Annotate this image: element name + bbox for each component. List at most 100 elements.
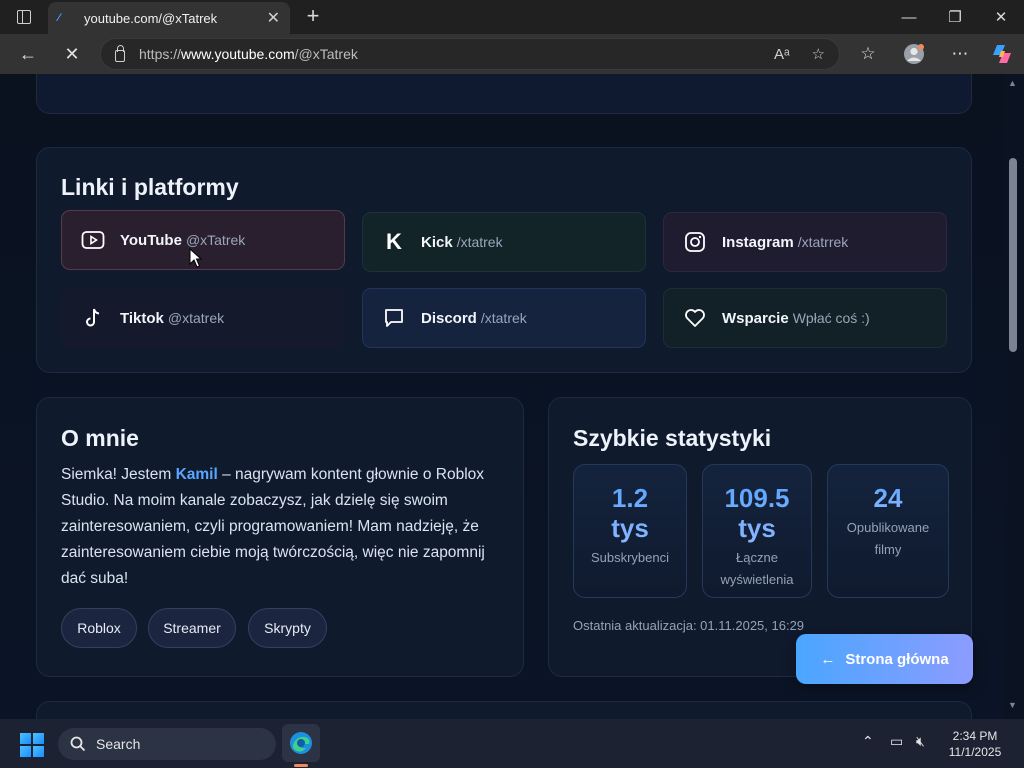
system-clock[interactable]: 2:34 PM 11/1/2025 xyxy=(940,728,1010,760)
stat-label-line1: Subskrybenci xyxy=(590,550,670,565)
stat-value-number: 1.2 xyxy=(611,483,649,513)
tab-bar: ⁄ youtube.com/@xTatrek ✕ + — ❐ ✕ xyxy=(0,0,1024,34)
link-name: YouTube xyxy=(120,231,182,249)
tab-actions-button[interactable] xyxy=(0,0,48,34)
url-scheme: https:// xyxy=(139,46,182,62)
stat-value: 1.2 tys xyxy=(574,483,686,543)
active-app-indicator xyxy=(294,764,308,767)
lock-icon[interactable] xyxy=(115,45,125,62)
stat-label: Subskrybenci xyxy=(574,547,686,569)
link-kick[interactable]: K Kick /xtatrek xyxy=(362,212,646,272)
scrollbar-thumb[interactable] xyxy=(1009,158,1017,352)
new-tab-button[interactable]: + xyxy=(300,4,326,30)
search-label: Search xyxy=(96,736,141,752)
stat-label-line1: Opublikowane xyxy=(846,520,930,535)
about-text: Siemka! Jestem Kamil – nagrywam kontent … xyxy=(61,462,501,592)
stat-value-unit: tys xyxy=(611,513,649,543)
next-section-card xyxy=(36,701,972,719)
stop-loading-button[interactable]: ✕ xyxy=(54,36,90,72)
tab-actions-icon xyxy=(17,10,31,24)
link-handle: Wpłać coś :) xyxy=(792,310,870,326)
edge-taskbar-icon[interactable] xyxy=(282,724,320,762)
active-tab[interactable]: ⁄ youtube.com/@xTatrek ✕ xyxy=(48,2,290,34)
profile-avatar[interactable] xyxy=(896,34,932,74)
favorite-star-icon[interactable]: ☆ xyxy=(812,45,825,63)
link-name: Wsparcie xyxy=(722,309,789,327)
stat-value-number: 109.5 xyxy=(724,483,790,513)
tab-title: youtube.com/@xTatrek xyxy=(84,10,218,26)
stat-value: 109.5 tys xyxy=(703,483,811,543)
link-name: Tiktok xyxy=(120,309,164,327)
kick-icon: K xyxy=(386,229,402,254)
back-button[interactable]: ← xyxy=(10,36,46,72)
link-name: Kick xyxy=(421,233,453,251)
chevron-up-icon[interactable]: ⌃ xyxy=(862,733,874,750)
link-discord[interactable]: Discord /xtatrek xyxy=(362,288,646,348)
loading-favicon-icon: ⁄ xyxy=(58,12,60,24)
about-title: O mnie xyxy=(61,425,139,451)
address-bar[interactable]: https://www.youtube.com/@xTatrek A͏ᵃ ☆ xyxy=(100,38,840,70)
stats-updated: Ostatnia aktualizacja: 01.11.2025, 16:29 xyxy=(573,618,805,633)
tiktok-icon xyxy=(80,305,106,331)
page-scrollbar[interactable]: ▲ ▼ xyxy=(1004,74,1024,719)
link-support[interactable]: Wsparcie Wpłać coś :) xyxy=(663,288,947,348)
mouse-cursor-icon xyxy=(189,247,203,268)
links-title: Linki i platformy xyxy=(61,174,239,200)
tag-roblox[interactable]: Roblox xyxy=(61,608,137,648)
stat-label-line1: Łączne xyxy=(736,550,778,565)
stat-subscribers: 1.2 tys Subskrybenci xyxy=(573,464,687,598)
clock-date: 11/1/2025 xyxy=(948,745,1002,759)
tag-streamer[interactable]: Streamer xyxy=(148,608,236,648)
taskbar-search[interactable]: Search xyxy=(58,728,276,760)
window-close-button[interactable]: ✕ xyxy=(978,0,1024,34)
url-path: /@xTatrek xyxy=(294,46,358,62)
url-text[interactable]: https://www.youtube.com/@xTatrek xyxy=(139,46,752,62)
arrow-left-icon: ← xyxy=(820,650,836,668)
restore-button[interactable]: ❐ xyxy=(932,0,978,34)
stat-views: 109.5 tys Łączne wyświetlenia xyxy=(702,464,812,598)
stat-value-unit: tys xyxy=(738,513,776,543)
stat-videos: 24 Opublikowane filmy xyxy=(827,464,949,598)
about-name-highlight: Kamil xyxy=(175,466,218,483)
youtube-icon xyxy=(80,227,106,253)
link-handle: @xTatrek xyxy=(185,232,246,248)
links-card: Linki i platformy YouTube @xTatrek K Kic… xyxy=(36,147,972,373)
stat-label: Opublikowane filmy xyxy=(828,517,948,561)
navigation-bar: ← ✕ https://www.youtube.com/@xTatrek A͏ᵃ… xyxy=(0,34,1024,74)
link-instagram[interactable]: Instagram /xtatrrek xyxy=(663,212,947,272)
link-handle: /xtatrek xyxy=(456,234,503,250)
heart-icon xyxy=(682,305,708,331)
favorites-icon[interactable]: ☆ xyxy=(850,34,886,74)
tag-scripts[interactable]: Skrypty xyxy=(248,608,327,648)
about-card: O mnie Siemka! Jestem Kamil – nagrywam k… xyxy=(36,397,524,677)
scroll-up-icon[interactable]: ▲ xyxy=(1008,78,1017,88)
copilot-icon[interactable] xyxy=(984,34,1020,74)
stat-value-number: 24 xyxy=(873,483,903,513)
discord-icon xyxy=(381,305,407,331)
read-aloud-icon[interactable]: A͏ᵃ xyxy=(774,46,790,63)
stat-label-line2: filmy xyxy=(874,542,902,557)
volume-muted-icon[interactable]: 🔇︎ xyxy=(916,733,925,750)
network-icon[interactable]: ▭ xyxy=(890,733,903,750)
link-name: Instagram xyxy=(722,233,794,251)
about-text-intro: Siemka! Jestem xyxy=(61,466,176,483)
taskbar: Search ⌃ ▭ 🔇︎ 2:34 PM 11/1/2025 xyxy=(0,719,1024,768)
clock-time: 2:34 PM xyxy=(952,729,998,743)
home-button[interactable]: ← Strona główna xyxy=(796,634,973,684)
windows-start-icon[interactable] xyxy=(20,733,44,757)
link-handle: @xtatrek xyxy=(167,310,225,326)
url-host: www.youtube.com xyxy=(181,46,295,62)
stat-label-line2: wyświetlenia xyxy=(720,572,794,587)
stat-label: Łączne wyświetlenia xyxy=(703,547,811,591)
search-icon xyxy=(70,736,86,752)
link-name: Discord xyxy=(421,309,477,327)
link-handle: /xtatrrek xyxy=(797,234,849,250)
about-text-body: – nagrywam kontent głownie o Roblox Stud… xyxy=(61,466,485,587)
scroll-down-icon[interactable]: ▼ xyxy=(1008,700,1017,710)
stats-title: Szybkie statystyki xyxy=(573,425,772,451)
link-tiktok[interactable]: Tiktok @xtatrek xyxy=(61,288,345,348)
tab-close-icon[interactable]: ✕ xyxy=(267,8,280,28)
minimize-button[interactable]: — xyxy=(886,0,932,34)
more-menu-icon[interactable]: ⋯ xyxy=(942,34,978,74)
page-content: Linki i platformy YouTube @xTatrek K Kic… xyxy=(0,74,1024,719)
